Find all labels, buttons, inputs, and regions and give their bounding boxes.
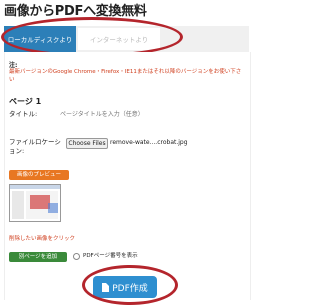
page-number-label: PDFページ番号を表示 [83,253,138,259]
delete-image-hint: 削除したい画像をクリック [9,236,76,242]
tab-internet[interactable]: インターネットより [78,28,160,50]
image-thumbnail[interactable] [9,184,61,222]
thumbnail-sidebar [12,191,24,219]
create-pdf-button[interactable]: PDF作成 [93,276,157,298]
thumbnail-mark [30,195,50,209]
page-heading: ページ 1 [9,97,42,106]
add-page-button[interactable]: 別ページを追加 [9,252,67,262]
notice-text: 最新バージョンのGoogle Chrome・Firefox・IE11またはそれ以… [9,69,242,83]
document-icon [102,282,110,292]
thumbnail-mark [48,203,58,213]
selected-file-name: remove-wate....crobat.jpg [110,139,188,146]
create-pdf-label: PDF作成 [112,283,148,294]
preview-image-button[interactable]: 画像のプレビュー [9,170,69,180]
title-label: タイトル: [9,110,38,118]
source-tab-bar: ローカルディスクより インターネットより [4,26,249,52]
thumbnail-toolbar [10,185,60,189]
page-title: 画像からPDFへ変換無料 [4,4,147,19]
choose-files-button[interactable]: Choose Files [66,138,108,149]
page-title-input[interactable] [60,109,180,119]
page-number-checkbox[interactable] [73,253,80,260]
tab-local-disk[interactable]: ローカルディスクより [4,26,76,52]
file-location-label: ファイルロケーション: [9,138,61,155]
